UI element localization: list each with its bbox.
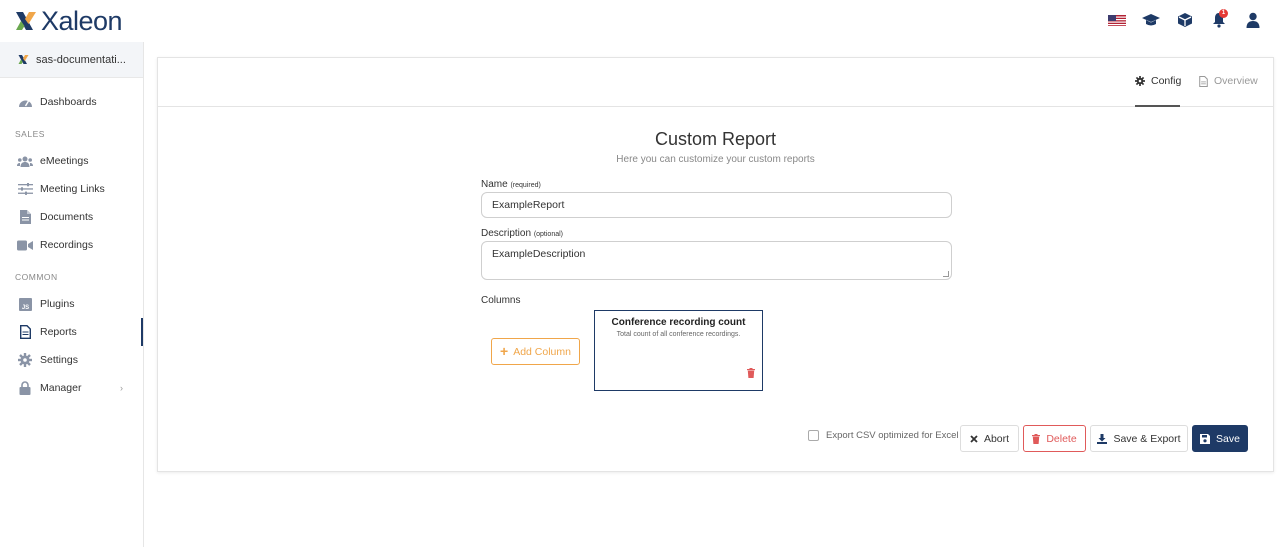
export-csv-label: Export CSV optimized for Excel (826, 430, 959, 441)
cube-icon (1178, 13, 1192, 27)
save-label: Save (1216, 432, 1240, 445)
document-icon (19, 210, 31, 224)
user-icon (1246, 12, 1260, 28)
description-label: Description (optional) (481, 228, 563, 239)
save-button[interactable]: Save (1192, 425, 1248, 452)
sidebar-item-label: Meeting Links (40, 183, 105, 195)
sidebar-item-label: eMeetings (40, 155, 89, 167)
sliders-icon (17, 183, 33, 195)
dashboard-icon (18, 100, 32, 107)
sidebar-item-dashboards[interactable]: Dashboards (0, 88, 143, 116)
name-label: Name (required) (481, 179, 541, 190)
description-hint: (optional) (533, 231, 563, 238)
delete-button[interactable]: Delete (1023, 425, 1086, 452)
sidebar-item-plugins[interactable]: JS Plugins (0, 290, 143, 318)
column-description: Total count of all conference recordings… (616, 331, 741, 338)
users-icon (17, 156, 33, 167)
section-label-sales: SALES (15, 129, 45, 139)
delete-label: Delete (1046, 432, 1077, 445)
js-plugin-icon: JS (18, 297, 32, 311)
top-bar: Xaleon 1 (0, 0, 1280, 42)
page-subtitle: Here you can customize your custom repor… (616, 154, 815, 165)
export-csv-checkbox[interactable] (808, 430, 819, 441)
trash-icon (747, 368, 755, 378)
column-title: Conference recording count (611, 317, 746, 328)
project-selector[interactable]: sas-documentati... (0, 42, 143, 78)
columns-label: Columns (481, 295, 521, 306)
xaleon-logo-icon (16, 12, 36, 30)
plus-icon: + (500, 343, 509, 359)
tab-label: Overview (1214, 75, 1258, 87)
us-flag-icon (1108, 14, 1126, 26)
sidebar-item-label: Manager (40, 382, 82, 394)
sidebar-item-label: Settings (40, 354, 78, 366)
gear-icon (1135, 76, 1145, 86)
notifications-button[interactable]: 1 (1202, 9, 1236, 31)
add-column-button[interactable]: + Add Column (491, 338, 580, 365)
project-name: sas-documentati... (36, 53, 126, 66)
resize-handle[interactable] (943, 271, 949, 277)
export-csv-option[interactable]: Export CSV optimized for Excel (808, 430, 959, 441)
language-button[interactable] (1100, 9, 1134, 31)
sidebar-item-meeting-links[interactable]: Meeting Links (0, 175, 143, 203)
academy-button[interactable] (1134, 9, 1168, 31)
sidebar-item-label: Plugins (40, 298, 75, 310)
save-export-label: Save & Export (1113, 432, 1181, 445)
gear-icon (18, 353, 32, 367)
sidebar-item-label: Dashboards (40, 96, 97, 108)
download-icon (1097, 433, 1108, 444)
save-export-button[interactable]: Save & Export (1090, 425, 1188, 452)
card-tabs: Config Overview (158, 58, 1273, 107)
sidebar-item-reports[interactable]: Reports (0, 318, 143, 346)
tab-config[interactable]: Config (1135, 75, 1182, 107)
report-card: Config Overview Custom Report Here you c… (157, 57, 1274, 472)
sidebar-item-settings[interactable]: Settings (0, 346, 143, 374)
abort-button[interactable]: Abort (960, 425, 1019, 452)
page-title: Custom Report (654, 129, 777, 149)
floppy-disk-icon (1200, 433, 1211, 444)
modules-button[interactable] (1168, 9, 1202, 31)
sidebar: sas-documentati... Dashboards SALES eMee… (0, 42, 144, 547)
sidebar-item-recordings[interactable]: Recordings (0, 231, 143, 259)
file-icon (1199, 76, 1208, 87)
graduation-cap-icon (1142, 14, 1160, 26)
report-icon (19, 325, 31, 339)
sidebar-item-label: Documents (40, 211, 94, 223)
name-input[interactable]: ExampleReport (481, 192, 952, 218)
description-value: ExampleDescription (492, 248, 586, 260)
abort-label: Abort (983, 432, 1010, 445)
svg-text:JS: JS (21, 305, 28, 311)
xaleon-logo-icon (18, 55, 29, 64)
profile-button[interactable] (1236, 9, 1270, 31)
description-textarea[interactable]: ExampleDescription (481, 241, 952, 280)
add-column-label: Add Column (513, 345, 571, 358)
name-hint: (required) (510, 182, 541, 189)
close-icon (970, 434, 978, 443)
trash-icon (1032, 433, 1041, 444)
brand-name: Xaleon (41, 5, 123, 36)
sidebar-item-documents[interactable]: Documents (0, 203, 143, 231)
video-camera-icon (17, 240, 33, 250)
sidebar-item-label: Reports (40, 326, 77, 338)
column-card[interactable]: Conference recording count Total count o… (594, 310, 763, 391)
chevron-right-icon: › (120, 383, 123, 393)
section-label-common: COMMON (15, 272, 58, 282)
sidebar-item-manager[interactable]: Manager › (0, 374, 143, 402)
notification-badge: 1 (1219, 9, 1228, 18)
logo[interactable]: Xaleon (13, 5, 123, 36)
sidebar-item-label: Recordings (40, 239, 94, 251)
tab-overview[interactable]: Overview (1199, 75, 1258, 107)
sidebar-item-emeetings[interactable]: eMeetings (0, 147, 143, 175)
lock-icon (19, 381, 31, 395)
tab-label: Config (1151, 75, 1182, 87)
remove-column-button[interactable] (747, 365, 755, 383)
